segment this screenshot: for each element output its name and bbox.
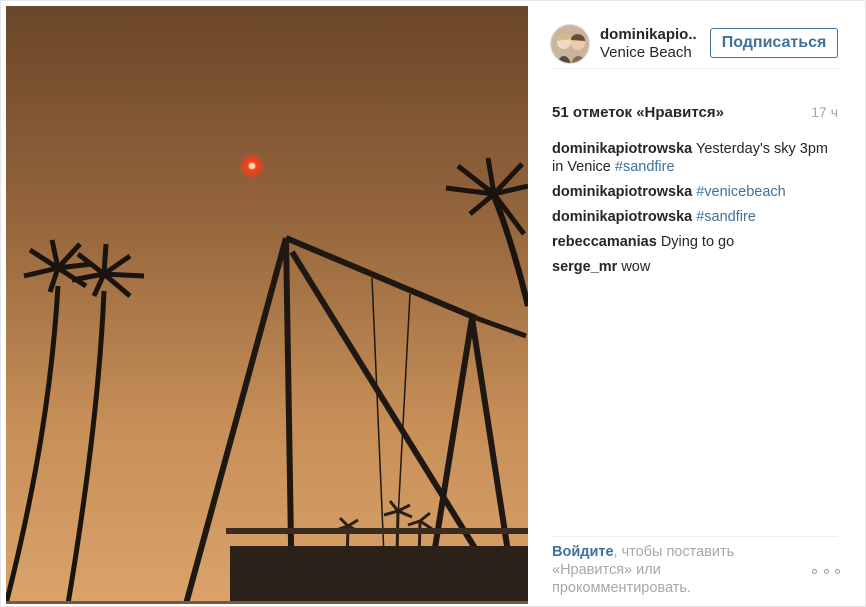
comment-item: serge_mr wow xyxy=(552,258,838,276)
avatar-image xyxy=(551,25,589,63)
post-photo-image xyxy=(6,6,528,604)
comment-author[interactable]: dominikapiotrowska xyxy=(552,141,692,157)
post-header: dominikapio.. Venice Beach Подписаться xyxy=(528,6,862,94)
likes-count[interactable]: 51 отметок «Нравится» xyxy=(552,104,724,121)
post-card: dominikapio.. Venice Beach Подписаться 5… xyxy=(0,0,866,607)
dot xyxy=(835,568,840,574)
comment-item: rebeccamanias Dying to go xyxy=(552,233,838,251)
login-prompt: Войдите, чтобы поставить «Нравится» или … xyxy=(552,543,752,597)
comment-item: dominikapiotrowska #sandfire xyxy=(552,208,838,226)
ellipsis-icon[interactable] xyxy=(812,564,840,578)
dot xyxy=(823,568,829,574)
follow-button[interactable]: Подписаться xyxy=(710,28,838,58)
post-sidebar: dominikapio.. Venice Beach Подписаться 5… xyxy=(528,6,862,604)
comment-text: Dying to go xyxy=(660,234,735,250)
login-link[interactable]: Войдите xyxy=(552,544,614,560)
footer-divider xyxy=(552,536,838,537)
comment-author[interactable]: dominikapiotrowska xyxy=(552,209,692,225)
comment-author[interactable]: rebeccamanias xyxy=(552,234,657,250)
comment-text: wow xyxy=(621,259,651,275)
likes-row: 51 отметок «Нравится» 17 ч xyxy=(552,104,838,124)
username-link[interactable]: dominikapio.. xyxy=(600,26,697,43)
comment-hashtag[interactable]: #sandfire xyxy=(615,159,675,175)
comment-hashtag[interactable]: #sandfire xyxy=(696,209,756,225)
comment-author[interactable]: serge_mr xyxy=(552,259,617,275)
comment-item: dominikapiotrowska Yesterday's sky 3pm i… xyxy=(552,140,838,176)
avatar[interactable] xyxy=(550,24,590,64)
comment-author[interactable]: dominikapiotrowska xyxy=(552,184,692,200)
comment-hashtag[interactable]: #venicebeach xyxy=(696,184,786,200)
comments-list: dominikapiotrowska Yesterday's sky 3pm i… xyxy=(552,140,838,283)
dot xyxy=(812,568,817,574)
post-photo[interactable] xyxy=(6,6,528,604)
post-time[interactable]: 17 ч xyxy=(811,104,838,120)
comment-item: dominikapiotrowska #venicebeach xyxy=(552,183,838,201)
location-link[interactable]: Venice Beach xyxy=(600,44,692,61)
header-divider xyxy=(552,68,838,69)
